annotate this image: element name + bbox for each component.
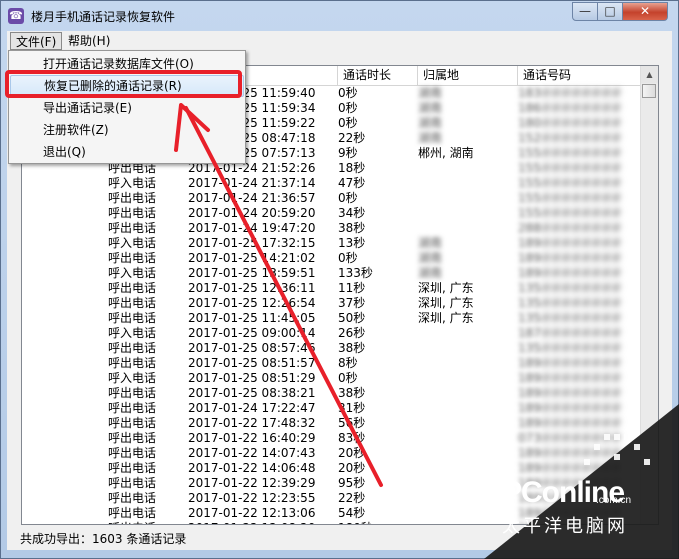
watermark-domain: .com.cn	[596, 495, 632, 506]
watermark-chinese: 太平洋电脑网	[502, 516, 628, 537]
pconline-watermark: PConline .com.cn 太平洋电脑网	[484, 404, 679, 559]
